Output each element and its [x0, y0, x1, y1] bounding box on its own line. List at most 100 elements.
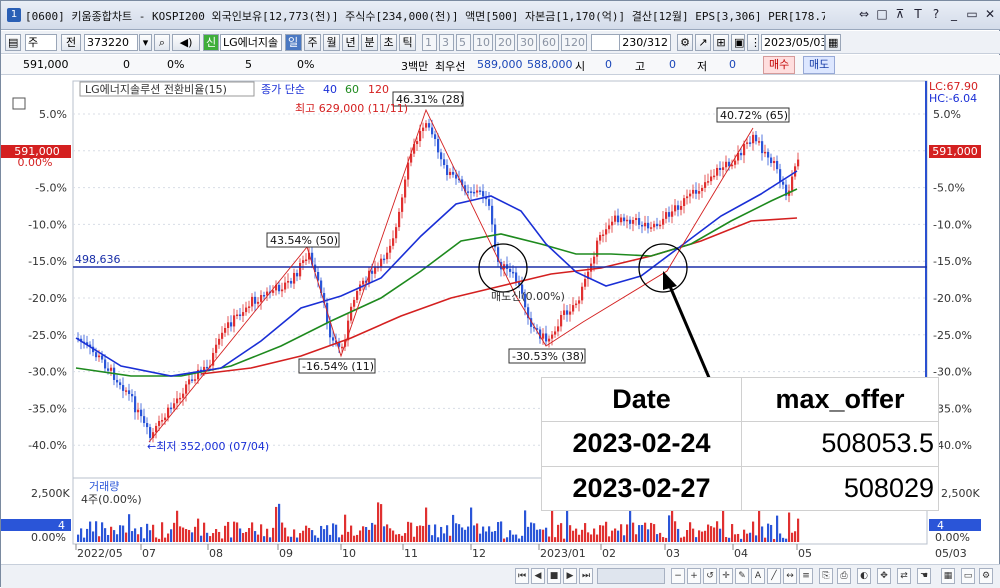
candle-body: [740, 152, 743, 156]
restore-icon[interactable]: ▭: [965, 6, 979, 22]
prev-button[interactable]: 전: [61, 34, 81, 51]
scroll-last-icon[interactable]: ⏭: [579, 568, 593, 584]
candle-body: [761, 141, 764, 154]
volume-bar: [770, 524, 773, 542]
volume-bar: [158, 538, 161, 542]
candle-body: [431, 127, 434, 135]
volume-bar: [755, 535, 758, 542]
interval-120[interactable]: 120: [561, 34, 587, 51]
interval-20[interactable]: 20: [495, 34, 515, 51]
reset-icon[interactable]: ↺: [703, 568, 717, 584]
zoom-icon[interactable]: ⊞: [713, 34, 729, 51]
tab-period-day[interactable]: 일: [285, 34, 302, 51]
screen-icon[interactable]: ▭: [961, 568, 975, 584]
candle-body: [551, 334, 554, 339]
zoom-in-icon[interactable]: +: [687, 568, 701, 584]
code-input[interactable]: 373220: [84, 34, 138, 51]
candle-body: [302, 260, 305, 263]
text-icon[interactable]: A: [751, 568, 765, 584]
link-icon[interactable]: ⇔: [857, 6, 871, 22]
toolbar-icon[interactable]: T: [911, 6, 925, 22]
scroll-prev-icon[interactable]: ◀: [531, 568, 545, 584]
interval-60[interactable]: 60: [539, 34, 559, 51]
move-icon[interactable]: ✥: [877, 568, 891, 584]
tab-period-week[interactable]: 주: [304, 34, 321, 51]
scroll-thumb[interactable]: [597, 568, 665, 584]
pin-icon[interactable]: ⊼: [893, 6, 907, 22]
scroll-first-icon[interactable]: ⏮: [515, 568, 529, 584]
save-icon[interactable]: ▣: [731, 34, 745, 51]
color-icon[interactable]: ◐: [857, 568, 871, 584]
panel-grid-icon[interactable]: [12, 97, 26, 110]
copy-icon[interactable]: ⎘: [819, 568, 833, 584]
print-icon[interactable]: ⎙: [837, 568, 851, 584]
calendar-icon[interactable]: ▦: [825, 34, 841, 51]
tools-icon[interactable]: ⚙: [677, 34, 693, 51]
minimize-icon[interactable]: _: [947, 6, 961, 22]
volume-bar: [650, 522, 653, 542]
hand-icon[interactable]: ☚: [917, 568, 931, 584]
sync-icon[interactable]: ⇄: [897, 568, 911, 584]
volume-bar: [455, 523, 458, 542]
volume-bar: [296, 537, 299, 542]
fib-icon[interactable]: ≡: [799, 568, 813, 584]
candle-body: [116, 379, 119, 383]
volume-bar: [773, 538, 776, 542]
candle-body: [374, 267, 377, 274]
grid-menu-icon[interactable]: ▤: [5, 34, 21, 51]
interval-5[interactable]: 5: [456, 34, 471, 51]
settings-icon[interactable]: ⋮: [747, 34, 759, 51]
draw-icon[interactable]: ✎: [735, 568, 749, 584]
volume-bar: [668, 515, 671, 542]
volume-bar: [716, 521, 719, 542]
volume-bar: [293, 529, 296, 542]
zoom-out-icon[interactable]: −: [671, 568, 685, 584]
candle-body: [176, 398, 179, 404]
tile-icon[interactable]: □: [875, 6, 889, 22]
candle-body: [287, 280, 290, 283]
interval-3[interactable]: 3: [439, 34, 454, 51]
tab-period-tick[interactable]: 틱: [399, 34, 416, 51]
volume-bar: [785, 538, 788, 542]
scroll-bar[interactable]: ⏮ ◀ ■ ▶ ⏭ − + ↺ ✛ ✎ A ╱ ↔ ≡ ⎘ ⎙ ◐ ✥ ⇄ ☚ …: [1, 564, 1000, 588]
volume-bar: [704, 530, 707, 542]
candle-body: [446, 165, 449, 176]
scroll-next-icon[interactable]: ▶: [563, 568, 577, 584]
y-tick-label: -35.0%: [28, 402, 67, 415]
volume-bar: [494, 530, 497, 542]
buy-button[interactable]: 매수: [763, 56, 796, 74]
tab-period-year[interactable]: 년: [342, 34, 359, 51]
tab-period-second[interactable]: 초: [380, 34, 397, 51]
measure-icon[interactable]: ↔: [783, 568, 797, 584]
candle-body: [680, 205, 683, 210]
pause-icon[interactable]: ■: [547, 568, 561, 584]
candle-body: [215, 344, 218, 353]
volume-bar: [587, 532, 590, 542]
volume-bar: [779, 533, 782, 542]
tab-period-month[interactable]: 월: [323, 34, 340, 51]
crosshair-icon[interactable]: ✛: [719, 568, 733, 584]
interval-1[interactable]: 1: [422, 34, 437, 51]
interval-30[interactable]: 30: [517, 34, 537, 51]
sell-button[interactable]: 매도: [803, 56, 836, 74]
layout-icon[interactable]: ▦: [941, 568, 955, 584]
candle-body: [554, 331, 557, 335]
search-icon[interactable]: ⌕: [154, 34, 170, 51]
sell-signal-label: 매도신(0.00%): [491, 290, 565, 303]
y-tick-label-right: -10.0%: [933, 218, 972, 231]
tab-period-minute[interactable]: 분: [361, 34, 378, 51]
volume-bar: [83, 537, 86, 542]
annotation-label: 43.54% (50): [270, 234, 338, 247]
date-input[interactable]: 2023/05/03: [761, 34, 825, 51]
period-select[interactable]: 주: [25, 34, 57, 51]
interval-10[interactable]: 10: [473, 34, 493, 51]
close-icon[interactable]: ✕: [983, 6, 997, 22]
help-icon[interactable]: ?: [929, 6, 943, 22]
settings-gear-icon[interactable]: ⚙: [979, 568, 993, 584]
chart-type-icon[interactable]: ↗: [695, 34, 711, 51]
code-dropdown-icon[interactable]: ▾: [139, 34, 152, 51]
line-icon[interactable]: ╱: [767, 568, 781, 584]
sound-icon[interactable]: ◀): [172, 34, 200, 51]
candle-body: [722, 167, 725, 170]
new-button[interactable]: 신: [203, 34, 219, 51]
